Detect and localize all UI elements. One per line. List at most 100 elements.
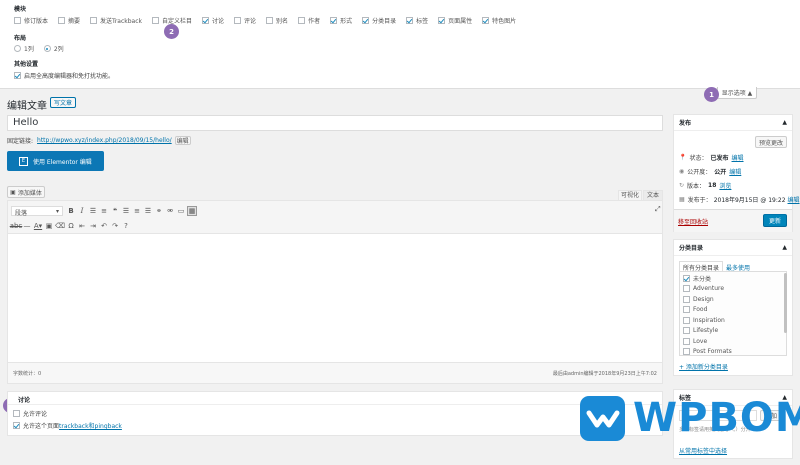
module-checkbox[interactable]: [234, 17, 242, 24]
module-option[interactable]: 分类目录: [362, 16, 396, 25]
category-checkbox[interactable]: [683, 306, 690, 314]
status-edit-link[interactable]: 编辑: [732, 153, 744, 162]
layout-two-columns[interactable]: 2列: [43, 44, 64, 53]
format-select[interactable]: 段落 ▾: [11, 206, 63, 217]
trackback-link[interactable]: trackback和pingback: [59, 421, 122, 430]
blockquote-icon[interactable]: ❝: [110, 206, 120, 216]
trackback-checkbox[interactable]: [13, 422, 20, 429]
module-checkbox[interactable]: [90, 17, 98, 24]
category-checkbox[interactable]: [683, 295, 690, 303]
add-media-button[interactable]: ▣ 添加媒体: [7, 186, 45, 198]
module-checkbox[interactable]: [406, 17, 414, 24]
module-option[interactable]: 评论: [234, 16, 256, 25]
text-color-icon[interactable]: A▾: [33, 221, 43, 231]
module-option[interactable]: 页面属性: [438, 16, 472, 25]
module-checkbox[interactable]: [266, 17, 274, 24]
horizontal-line-icon[interactable]: —: [22, 221, 32, 231]
category-item[interactable]: 未分类: [683, 274, 783, 283]
editor-content-area[interactable]: [8, 234, 662, 362]
bold-icon[interactable]: B: [66, 206, 76, 216]
date-edit-link[interactable]: 编辑: [788, 195, 800, 204]
module-option[interactable]: 标签: [406, 16, 428, 25]
category-scrollbar[interactable]: [784, 273, 787, 333]
category-item[interactable]: Lifestyle: [683, 327, 783, 336]
module-option[interactable]: 讨论: [202, 16, 224, 25]
collapse-icon[interactable]: ▲: [782, 119, 787, 126]
trackback-option[interactable]: 允许这个页面 trackback和pingback: [13, 421, 657, 430]
module-option[interactable]: 特色图片: [482, 16, 516, 25]
module-checkbox[interactable]: [438, 17, 446, 24]
post-title-input[interactable]: Hello: [7, 115, 663, 131]
radio-one-column[interactable]: [14, 45, 21, 52]
special-character-icon[interactable]: Ω: [66, 221, 76, 231]
fullscreen-icon[interactable]: ⤢: [655, 205, 661, 214]
category-checkbox[interactable]: [683, 274, 690, 282]
category-checkbox[interactable]: [683, 348, 690, 355]
visibility-edit-link[interactable]: 编辑: [729, 167, 741, 176]
category-item[interactable]: Adventure: [683, 285, 783, 294]
category-item[interactable]: Design: [683, 295, 783, 304]
align-left-icon[interactable]: ☰: [121, 206, 131, 216]
toolbar-toggle-icon[interactable]: ▦: [187, 206, 197, 216]
permalink-edit-button[interactable]: 编辑: [174, 136, 191, 145]
collapse-icon[interactable]: ▲: [782, 244, 787, 251]
allow-comments-checkbox[interactable]: [13, 410, 20, 417]
redo-icon[interactable]: ↷: [110, 221, 120, 231]
layout-one-column[interactable]: 1列: [14, 44, 34, 53]
module-checkbox[interactable]: [58, 17, 66, 24]
italic-icon[interactable]: I: [77, 206, 87, 216]
module-checkbox[interactable]: [330, 17, 338, 24]
category-checkbox[interactable]: [683, 327, 690, 335]
module-checkbox[interactable]: [202, 17, 210, 24]
read-more-icon[interactable]: ▭: [176, 206, 186, 216]
category-item[interactable]: Post Formats: [683, 348, 783, 355]
indent-icon[interactable]: ⇥: [88, 221, 98, 231]
strikethrough-icon[interactable]: abc: [10, 221, 23, 231]
category-checkbox[interactable]: [683, 337, 690, 345]
add-new-post-button[interactable]: 写文章: [50, 97, 76, 108]
module-option[interactable]: 别名: [266, 16, 288, 25]
module-option[interactable]: 形式: [330, 16, 352, 25]
align-center-icon[interactable]: ≡: [132, 206, 142, 216]
numbered-list-icon[interactable]: ≡: [99, 206, 109, 216]
elementor-edit-button[interactable]: E 使用 Elementor 编辑: [7, 151, 104, 171]
module-checkbox[interactable]: [482, 17, 490, 24]
bullet-list-icon[interactable]: ☰: [88, 206, 98, 216]
category-item[interactable]: Food: [683, 306, 783, 315]
choose-tags-link[interactable]: 从常用标签中选择: [679, 446, 727, 455]
move-to-trash-link[interactable]: 移至回收站: [678, 217, 708, 226]
category-item[interactable]: Love: [683, 337, 783, 346]
tab-text[interactable]: 文本: [643, 190, 663, 200]
screen-options-toggle[interactable]: 显示选项 ▲: [717, 87, 757, 99]
module-checkbox[interactable]: [152, 17, 159, 24]
allow-comments-option[interactable]: 允许评论: [13, 409, 657, 418]
undo-icon[interactable]: ↶: [99, 221, 109, 231]
preview-changes-button[interactable]: 预览更改: [755, 136, 787, 148]
module-option[interactable]: 修订版本: [14, 16, 48, 25]
category-checkbox[interactable]: [683, 316, 690, 324]
module-option[interactable]: 摘要: [58, 16, 80, 25]
calendar-icon: ▦: [679, 196, 685, 203]
outdent-icon[interactable]: ⇤: [77, 221, 87, 231]
fullscreen-option[interactable]: 启用全高度编辑器和免打扰功能。: [14, 71, 114, 80]
module-option[interactable]: 发送Trackback: [90, 16, 142, 25]
update-button[interactable]: 更新: [763, 214, 787, 227]
permalink-url[interactable]: http://wpwo.xyz/index.php/2018/09/15/hel…: [37, 137, 172, 144]
clear-formatting-icon[interactable]: ⌫: [55, 221, 65, 231]
tab-visual[interactable]: 可视化: [618, 190, 642, 200]
link-icon[interactable]: ⚭: [154, 206, 164, 216]
category-item[interactable]: Inspiration: [683, 316, 783, 325]
category-checkbox[interactable]: [683, 285, 690, 293]
module-checkbox[interactable]: [14, 17, 21, 24]
add-new-category-link[interactable]: + 添加新分类目录: [679, 362, 728, 371]
revisions-browse-link[interactable]: 浏览: [719, 181, 731, 190]
fullscreen-checkbox[interactable]: [14, 72, 21, 79]
paste-text-icon[interactable]: ▣: [44, 221, 54, 231]
align-right-icon[interactable]: ☰: [143, 206, 153, 216]
module-checkbox[interactable]: [362, 17, 370, 24]
unlink-icon[interactable]: ⚮: [165, 206, 175, 216]
module-option[interactable]: 作者: [298, 16, 320, 25]
module-checkbox[interactable]: [298, 17, 306, 24]
radio-two-columns[interactable]: [43, 45, 51, 52]
help-icon[interactable]: ?: [121, 221, 131, 231]
